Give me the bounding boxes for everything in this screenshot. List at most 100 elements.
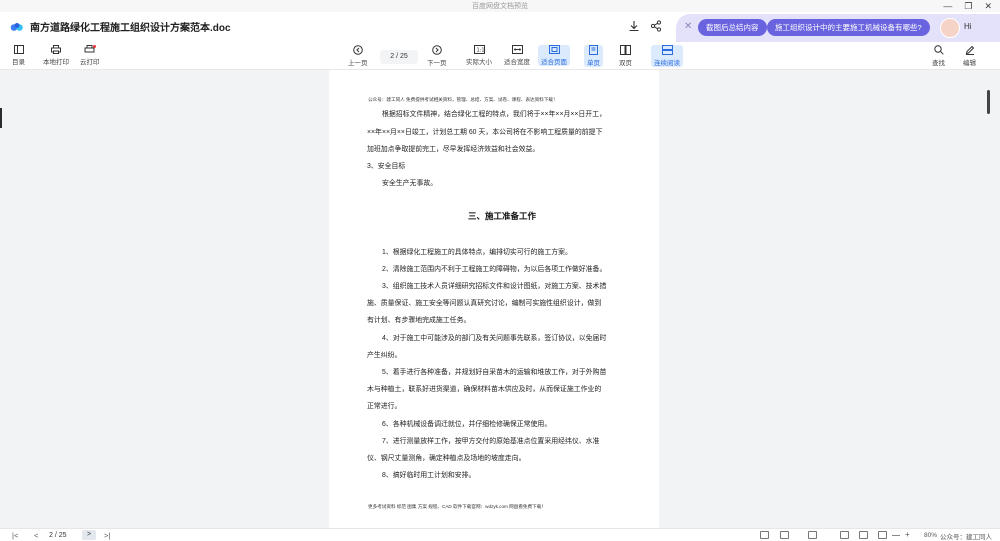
document-title-area: 南方道路绿化工程施工组织设计方案范本.doc [10,19,231,34]
zoom-out-icon[interactable] [892,535,900,536]
cloud-print-button[interactable]: 云打印 [80,45,100,66]
window-controls: — ❐ ✕ [943,0,992,12]
svg-text:1:1: 1:1 [476,48,484,54]
page-footer-note: 更多考试资料 标范 图集 方案 规程、CAD 软件下载官网：wdzyk.com … [368,504,546,509]
right-gutter [659,70,1000,528]
fit-width-view-icon[interactable] [859,531,868,539]
double-page-icon [620,45,631,55]
prev-page-label: 上一页 [348,60,368,67]
actual-size-label: 实际大小 [466,59,492,66]
paragraph-line: 根据招标文件精神，结合绿化工程的特点，我们将于××年××月××日开工， [382,111,606,118]
assistant-avatar[interactable] [940,18,960,38]
list-item: 5、着手进行各种准备，并规划好自采苗木的运输和堆放工作，对于外购苗 [382,369,607,376]
document-page: 公众号：建工同人 免费提供考试相关资料，管理、总结、方案、试卷、课程、表达资料下… [329,70,659,528]
search-button[interactable]: 查找 [932,45,945,67]
catalog-icon [13,45,24,54]
catalog-button[interactable]: 目录 [12,45,25,66]
list-item: 仪、钢尺丈量测角，确定种植点及场地的坡度走向。 [367,455,526,462]
list-item: 正常进行。 [367,403,402,410]
ai-suggestion-chip[interactable]: 施工组织设计中的主要施工机械设备有哪些? [767,19,930,36]
next-page-button[interactable]: 下一页 [427,45,447,67]
zoom-level: 80% [924,532,938,539]
single-page-view-icon[interactable] [760,531,769,539]
actual-size-icon: 1:1 [473,45,485,54]
prev-page-button[interactable]: 上一页 [348,45,368,67]
double-page-button[interactable]: 双页 [619,45,632,67]
next-page-icon[interactable]: > [82,530,96,540]
zoom-in-icon[interactable]: + [905,529,910,540]
ai-suggestion-chip[interactable]: 截图后总结内容 [698,19,767,36]
double-page-label: 双页 [619,60,632,67]
page-number-input[interactable]: 2 / 25 [380,50,418,64]
assistant-greeting[interactable]: Hi [964,22,972,31]
double-page-view-icon[interactable] [780,531,789,539]
share-icon[interactable] [650,20,662,32]
minimize-icon[interactable]: — [943,0,952,12]
single-page-icon [589,45,598,55]
left-gutter [0,70,329,528]
continuous-reading-button[interactable]: 连续阅读 [651,45,683,67]
status-page-indicator: 2 / 25 [49,532,67,539]
edit-label: 编辑 [963,60,976,67]
search-icon [933,45,944,55]
first-page-icon[interactable]: |< [12,530,18,541]
list-item: 木与种植土，联系好进货渠道，确保材料苗木供应及时，从而保证施工作业的 [367,386,602,393]
restore-icon[interactable]: ❐ [964,0,972,12]
resize-handle[interactable] [0,108,2,128]
close-icon[interactable]: ✕ [684,21,692,32]
vertical-scrollbar[interactable] [987,90,990,114]
list-item: 2、清除施工范围内不利于工程施工的障碍物，为以后各项工作做好准备。 [382,266,607,273]
section-label: 3、安全目标 [367,163,406,170]
fit-width-label: 适合宽度 [504,59,530,66]
list-item: 8、搞好临时用工计划和安排。 [382,472,476,479]
search-label: 查找 [932,60,945,67]
fit-width-button[interactable]: 适合宽度 [504,45,530,66]
header-actions [628,20,662,32]
continuous-reading-icon [661,45,673,55]
printer-icon [51,45,61,54]
fit-page-view-icon[interactable] [878,531,887,539]
continuous-reading-label: 连续阅读 [654,60,680,67]
fit-page-icon [548,45,560,54]
paragraph-line: 安全生产无事故。 [382,180,438,187]
local-print-label: 本地打印 [43,59,69,66]
list-item: 产生纠纷。 [367,352,402,359]
list-item: 3、组织施工技术人员详细研究招标文件和设计图纸，对施工方案、技术措 [382,283,607,290]
fit-page-button[interactable]: 适合页面 [538,45,570,66]
ai-assistant-bar: ✕ 截图后总结内容 施工组织设计中的主要施工机械设备有哪些? Hi [676,14,1000,42]
continuous-view-icon[interactable] [808,531,817,539]
single-page-label: 单页 [587,60,600,67]
paragraph-line: ××年××月××日竣工，计划总工期 60 天，本公司将在不影响工程质量的前提下 [367,129,603,136]
cloud-print-label: 云打印 [80,59,100,66]
actual-size-view-icon[interactable] [840,531,849,539]
status-bar: |< < 2 / 25 > >| + 80% [0,528,1000,541]
download-icon[interactable] [628,20,640,32]
page-header-note: 公众号：建工同人 免费提供考试相关资料，管理、总结、方案、试卷、课程、表达资料下… [368,97,558,102]
pencil-icon [965,45,974,55]
list-item: 7、进行测量放样工作，按甲方交付的原始基准点位置采用经纬仪、水准 [382,438,600,445]
chevron-right-icon [431,45,442,55]
list-item: 1、根据绿化工程施工的具体特点，编排切实可行的施工方案。 [382,249,572,256]
watermark: 公众号：建工同人 [940,534,992,541]
baidu-netdisk-logo-icon [10,22,23,31]
actual-size-button[interactable]: 1:1 实际大小 [466,45,492,66]
fit-page-label: 适合页面 [541,59,567,66]
catalog-label: 目录 [12,59,25,66]
reader-toolbar: 目录 本地打印 云打印 上一页 2 / 25 下一页 1:1 实际大小 适合宽度… [0,42,1000,70]
local-print-button[interactable]: 本地打印 [43,45,69,66]
next-page-label: 下一页 [427,60,447,67]
single-page-button[interactable]: 单页 [584,45,603,67]
cloud-printer-icon [84,45,96,53]
close-icon[interactable]: ✕ [984,0,992,12]
document-title: 南方道路绿化工程施工组织设计方案范本.doc [30,23,231,34]
window-title-bar: 百度网盘文档预览 — ❐ ✕ [0,0,1000,12]
paragraph-line: 加班加点争取提前完工，尽早发挥经济效益和社会效益。 [367,146,540,153]
last-page-icon[interactable]: >| [104,530,110,541]
fit-width-icon [511,45,523,54]
chevron-left-icon [352,45,363,55]
prev-page-icon[interactable]: < [34,530,38,541]
list-item: 有计划、有步骤地完成施工任务。 [367,317,471,324]
edit-button[interactable]: 编辑 [963,45,976,67]
section-heading: 三、施工准备工作 [468,211,537,221]
app-name: 百度网盘文档预览 [472,3,528,10]
